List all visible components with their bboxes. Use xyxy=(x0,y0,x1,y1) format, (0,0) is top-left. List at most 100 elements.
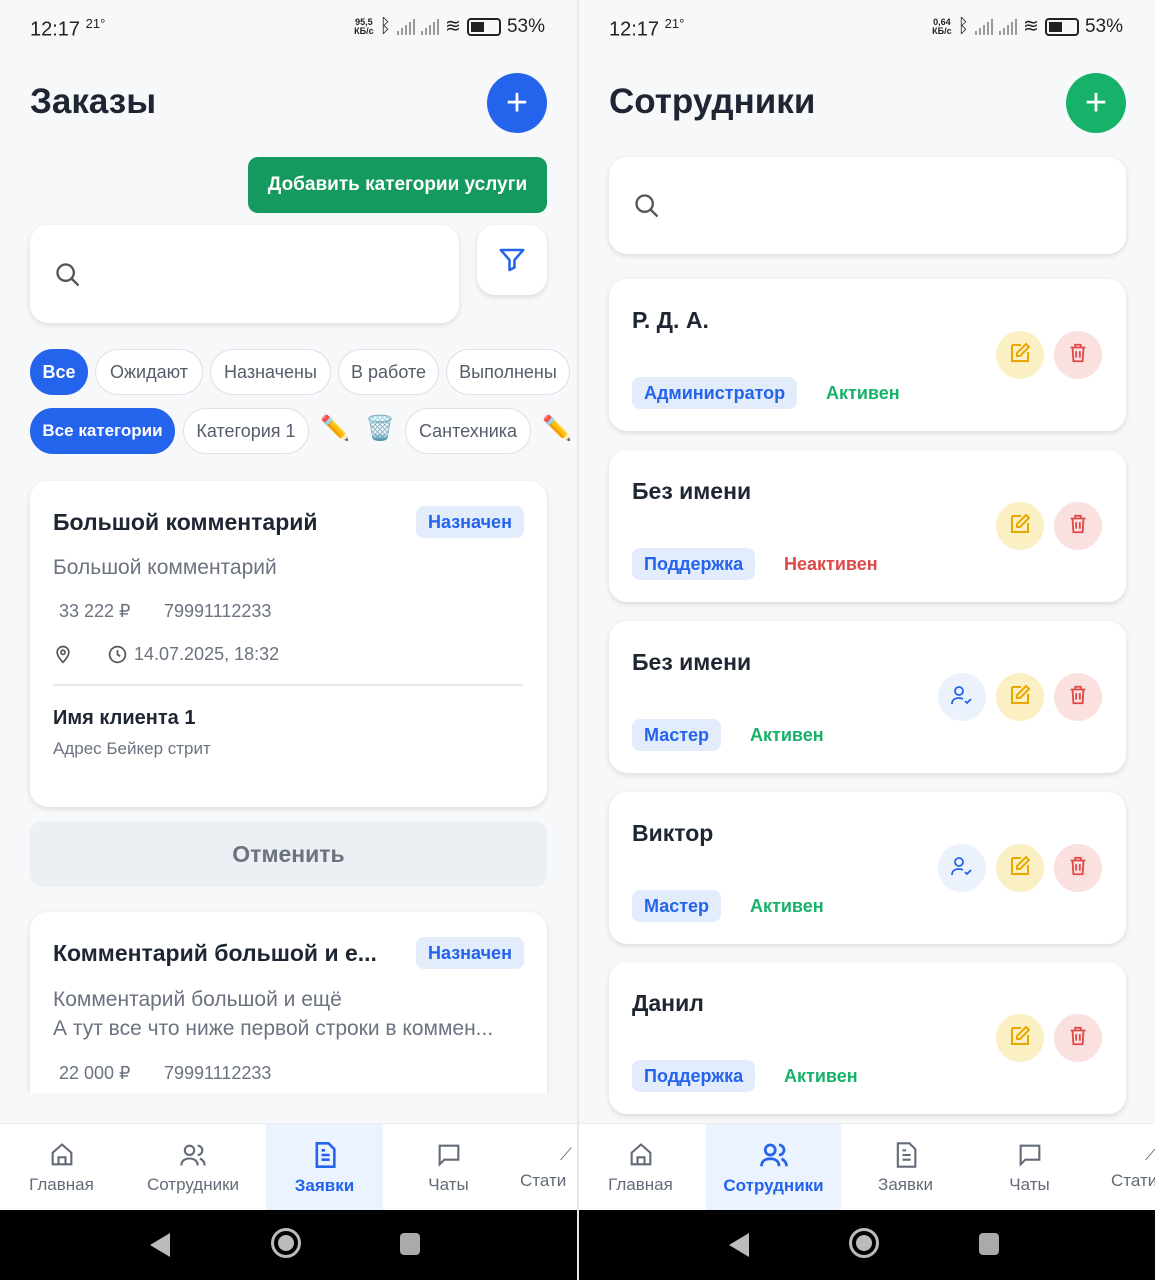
system-nav-bar xyxy=(579,1210,1155,1280)
add-employee-button[interactable]: + xyxy=(1066,73,1126,133)
order-comment: Комментарий большой и ещё xyxy=(53,988,342,1011)
back-button[interactable] xyxy=(150,1233,170,1257)
employee-card[interactable]: Р. Д. А. Администратор Активен xyxy=(609,279,1126,431)
filter-button[interactable] xyxy=(477,225,547,295)
nav-stats[interactable]: ⟋ Стати xyxy=(520,1124,577,1211)
clock-icon xyxy=(108,645,127,664)
edit-icon xyxy=(1008,854,1032,883)
nav-home[interactable]: Главная xyxy=(0,1124,123,1211)
status-icons: 95,5 КБ/с ᛒ ≋ 53% xyxy=(354,15,545,38)
battery-level: 53% xyxy=(506,15,545,37)
employee-card[interactable]: Без имени Мастер Активен xyxy=(609,621,1126,773)
nav-employees[interactable]: Сотрудники xyxy=(130,1124,256,1211)
trash-icon xyxy=(1067,1025,1089,1052)
edit-button[interactable] xyxy=(996,673,1044,721)
cancel-button[interactable]: Отменить xyxy=(30,821,547,887)
delete-button[interactable] xyxy=(1054,331,1102,379)
employee-name: Данил xyxy=(632,990,704,1016)
search-input[interactable] xyxy=(609,157,1126,254)
wifi-icon: ≋ xyxy=(1023,16,1039,37)
trash-icon xyxy=(1067,684,1089,711)
nav-employees[interactable]: Сотрудники xyxy=(706,1124,841,1211)
assign-button[interactable] xyxy=(938,844,986,892)
employee-status: Активен xyxy=(826,383,900,403)
chip-all-categories[interactable]: Все категории xyxy=(30,408,175,454)
chip-in-work[interactable]: В работе xyxy=(338,349,439,395)
employee-status: Неактивен xyxy=(784,554,878,574)
nav-requests[interactable]: Заявки xyxy=(266,1124,383,1211)
chip-assigned[interactable]: Назначены xyxy=(210,349,331,395)
recents-button[interactable] xyxy=(400,1233,420,1255)
bluetooth-icon: ᛒ xyxy=(379,15,392,37)
bottom-nav: Главная Сотрудники Заявки Чаты ⟋ Стати xyxy=(579,1123,1155,1211)
employee-status: Активен xyxy=(750,896,824,916)
client-name: Имя клиента 1 xyxy=(53,707,196,729)
order-phone: 79991112233 xyxy=(164,1063,272,1083)
delete-button[interactable] xyxy=(1054,673,1102,721)
add-category-button[interactable]: Добавить категории услуги xyxy=(248,157,547,213)
edit-category-icon[interactable]: ✏️ xyxy=(320,414,350,443)
chat-icon xyxy=(1019,1144,1040,1167)
employee-name: Р. Д. А. xyxy=(632,307,709,333)
home-icon xyxy=(630,1142,651,1165)
edit-category-icon[interactable]: ✏️ xyxy=(542,414,572,443)
employee-name: Без имени xyxy=(632,478,752,504)
chip-plumbing[interactable]: Сантехника xyxy=(405,408,531,454)
back-button[interactable] xyxy=(729,1233,749,1257)
chip-waiting[interactable]: Ожидают xyxy=(95,349,203,395)
edit-icon xyxy=(1008,1024,1032,1053)
delete-button[interactable] xyxy=(1054,844,1102,892)
orders-screen: 12:17 21° 95,5 КБ/с ᛒ ≋ 53% Заказы + Доба… xyxy=(0,0,577,1280)
trash-icon xyxy=(1067,342,1089,369)
nav-home[interactable]: Главная xyxy=(579,1124,702,1211)
recents-button[interactable] xyxy=(979,1233,999,1255)
delete-button[interactable] xyxy=(1054,1014,1102,1062)
edit-button[interactable] xyxy=(996,502,1044,550)
employee-card[interactable]: Виктор Мастер Активен xyxy=(609,792,1126,944)
chip-done[interactable]: Выполнены xyxy=(446,349,570,395)
trash-icon xyxy=(1067,513,1089,540)
chip-all[interactable]: Все xyxy=(30,349,88,395)
employee-status: Активен xyxy=(750,725,824,745)
employee-status: Активен xyxy=(784,1066,858,1086)
employees-screen: 12:17 21° 0,64 КБ/с ᛒ ≋ 53% Сотрудники + … xyxy=(579,0,1155,1280)
filter-icon xyxy=(499,248,525,272)
nav-chats[interactable]: Чаты xyxy=(390,1124,507,1211)
page-title: Заказы xyxy=(30,82,157,121)
delete-button[interactable] xyxy=(1054,502,1102,550)
signal-icon xyxy=(975,18,994,35)
edit-button[interactable] xyxy=(996,331,1044,379)
battery-icon xyxy=(1044,17,1079,36)
home-button[interactable] xyxy=(849,1228,879,1258)
nav-chats[interactable]: Чаты xyxy=(971,1124,1088,1211)
chart-icon: ⟋ xyxy=(560,1144,572,1164)
search-input[interactable] xyxy=(30,225,459,323)
edit-icon xyxy=(1008,341,1032,370)
edit-button[interactable] xyxy=(996,844,1044,892)
add-order-button[interactable]: + xyxy=(487,73,547,133)
divider xyxy=(53,684,523,686)
delete-category-icon[interactable]: 🗑️ xyxy=(365,414,395,443)
nav-requests[interactable]: Заявки xyxy=(847,1124,964,1211)
employee-card[interactable]: Данил Поддержка Активен xyxy=(609,962,1126,1114)
home-button[interactable] xyxy=(271,1228,301,1258)
edit-button[interactable] xyxy=(996,1014,1044,1062)
order-card[interactable]: Большой комментарий Назначен Большой ком… xyxy=(30,481,547,807)
document-icon xyxy=(315,1141,336,1168)
employee-card[interactable]: Без имени Поддержка Неактивен xyxy=(609,450,1126,602)
status-badge: Назначен xyxy=(416,937,524,969)
battery-icon xyxy=(466,17,501,36)
battery-level: 53% xyxy=(1084,15,1123,37)
role-badge: Мастер xyxy=(632,890,722,922)
signal-icon xyxy=(999,18,1018,35)
chip-category-1[interactable]: Категория 1 xyxy=(183,408,309,454)
bottom-nav: Главная Сотрудники Заявки Чаты ⟋ Стати xyxy=(0,1123,577,1211)
order-price: 22 000 ₽ xyxy=(59,1063,131,1083)
trash-icon xyxy=(1067,855,1089,882)
order-comment: А тут все что ниже первой строки в комме… xyxy=(53,1017,494,1040)
signal-icon xyxy=(397,18,416,35)
nav-stats[interactable]: ⟋ Стати xyxy=(1111,1124,1155,1211)
order-phone: 79991112233 xyxy=(164,601,272,621)
assign-button[interactable] xyxy=(938,673,986,721)
location-icon xyxy=(56,645,70,664)
